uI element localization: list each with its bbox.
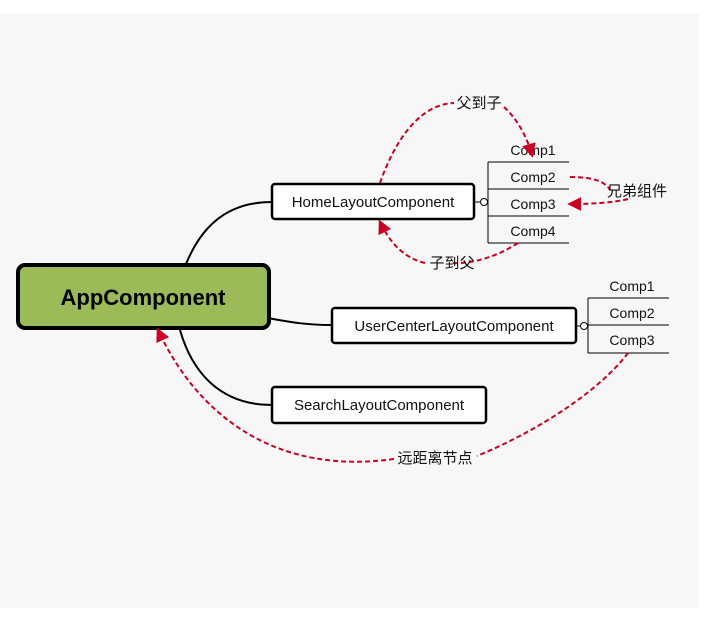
branch-node-search-label: SearchLayoutComponent bbox=[294, 397, 465, 414]
usercenter-collapse-toggle[interactable] bbox=[580, 322, 588, 330]
branch-node-usercenter[interactable]: UserCenterLayoutComponent bbox=[330, 306, 578, 345]
root-node[interactable]: AppComponent bbox=[16, 263, 271, 330]
label-parent-to-child: 父到子 bbox=[456, 94, 501, 112]
usercenter-child-comp1[interactable]: Comp1 bbox=[609, 278, 654, 294]
mind-map-canvas: AppComponent HomeLayoutComponent Comp1 C… bbox=[0, 14, 699, 608]
usercenter-child-comp2[interactable]: Comp2 bbox=[609, 305, 654, 321]
usercenter-child-comp3[interactable]: Comp3 bbox=[609, 332, 654, 348]
label-siblings: 兄弟组件 bbox=[607, 182, 667, 200]
branch-node-usercenter-label: UserCenterLayoutComponent bbox=[354, 318, 554, 335]
home-child-comp2[interactable]: Comp2 bbox=[510, 169, 555, 185]
label-child-to-parent: 子到父 bbox=[429, 254, 474, 272]
home-child-comp4[interactable]: Comp4 bbox=[510, 223, 555, 239]
branch-node-search[interactable]: SearchLayoutComponent bbox=[270, 385, 488, 425]
home-child-comp1[interactable]: Comp1 bbox=[510, 142, 555, 158]
home-collapse-toggle[interactable] bbox=[480, 198, 488, 206]
root-node-label: AppComponent bbox=[61, 285, 227, 310]
branch-node-home-label: HomeLayoutComponent bbox=[292, 194, 455, 211]
label-distant: 远距离节点 bbox=[397, 449, 472, 467]
branch-node-home[interactable]: HomeLayoutComponent bbox=[270, 182, 476, 221]
home-child-comp3[interactable]: Comp3 bbox=[510, 196, 555, 212]
